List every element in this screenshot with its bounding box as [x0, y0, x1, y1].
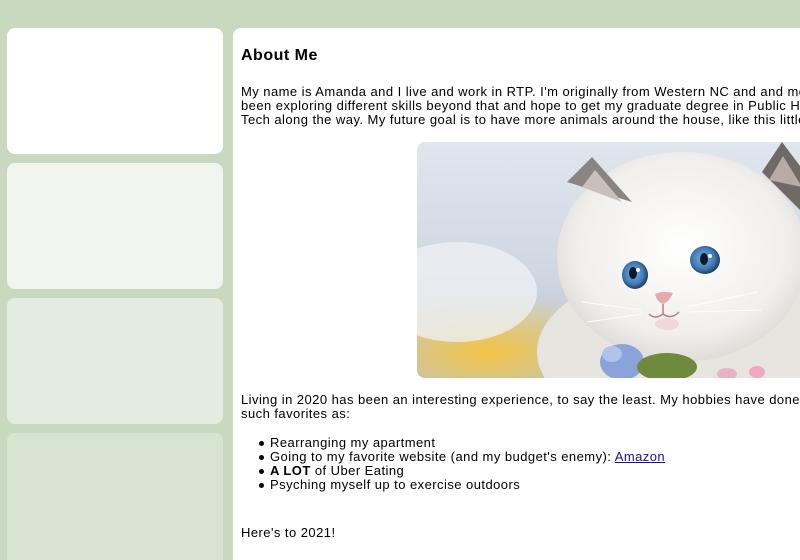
living-line-2: such favorites as: [241, 406, 351, 421]
hobby-text: Rearranging my apartment [270, 435, 436, 450]
amazon-link[interactable]: Amazon [615, 449, 665, 464]
intro-line-1: My name is Amanda and I live and work in… [241, 84, 800, 99]
sidebar-card-3 [7, 298, 223, 424]
main-content-panel: About Me My name is Amanda and I live an… [233, 28, 800, 560]
hobby-text: of Uber Eating [310, 463, 405, 478]
list-item: Psyching myself up to exercise outdoors [241, 478, 665, 492]
hobby-text: Psyching myself up to exercise outdoors [270, 477, 521, 492]
living-paragraph: Living in 2020 has been an interesting e… [241, 393, 800, 421]
hobby-emphasis: A LOT [270, 463, 311, 478]
intro-paragraph: My name is Amanda and I live and work in… [241, 85, 800, 127]
kitten-photo [417, 142, 800, 378]
list-item: Rearranging my apartment [241, 436, 665, 450]
sidebar-card-2 [7, 163, 223, 289]
living-line-1: Living in 2020 has been an interesting e… [241, 392, 800, 407]
list-item: Going to my favorite website (and my bud… [241, 450, 665, 464]
closing-line: Here's to 2021! [241, 525, 336, 540]
page-title: About Me [241, 47, 318, 64]
intro-line-3: Tech along the way. My future goal is to… [241, 112, 800, 127]
intro-line-2: been exploring different skills beyond t… [241, 98, 800, 113]
list-item: A LOT of Uber Eating [241, 464, 665, 478]
hobbies-list: Rearranging my apartment Going to my fav… [241, 436, 665, 492]
hobby-text: Going to my favorite website (and my bud… [270, 449, 615, 464]
sidebar-card-1 [7, 28, 223, 154]
page: About Me My name is Amanda and I live an… [0, 0, 800, 560]
sidebar-card-4 [7, 433, 223, 560]
